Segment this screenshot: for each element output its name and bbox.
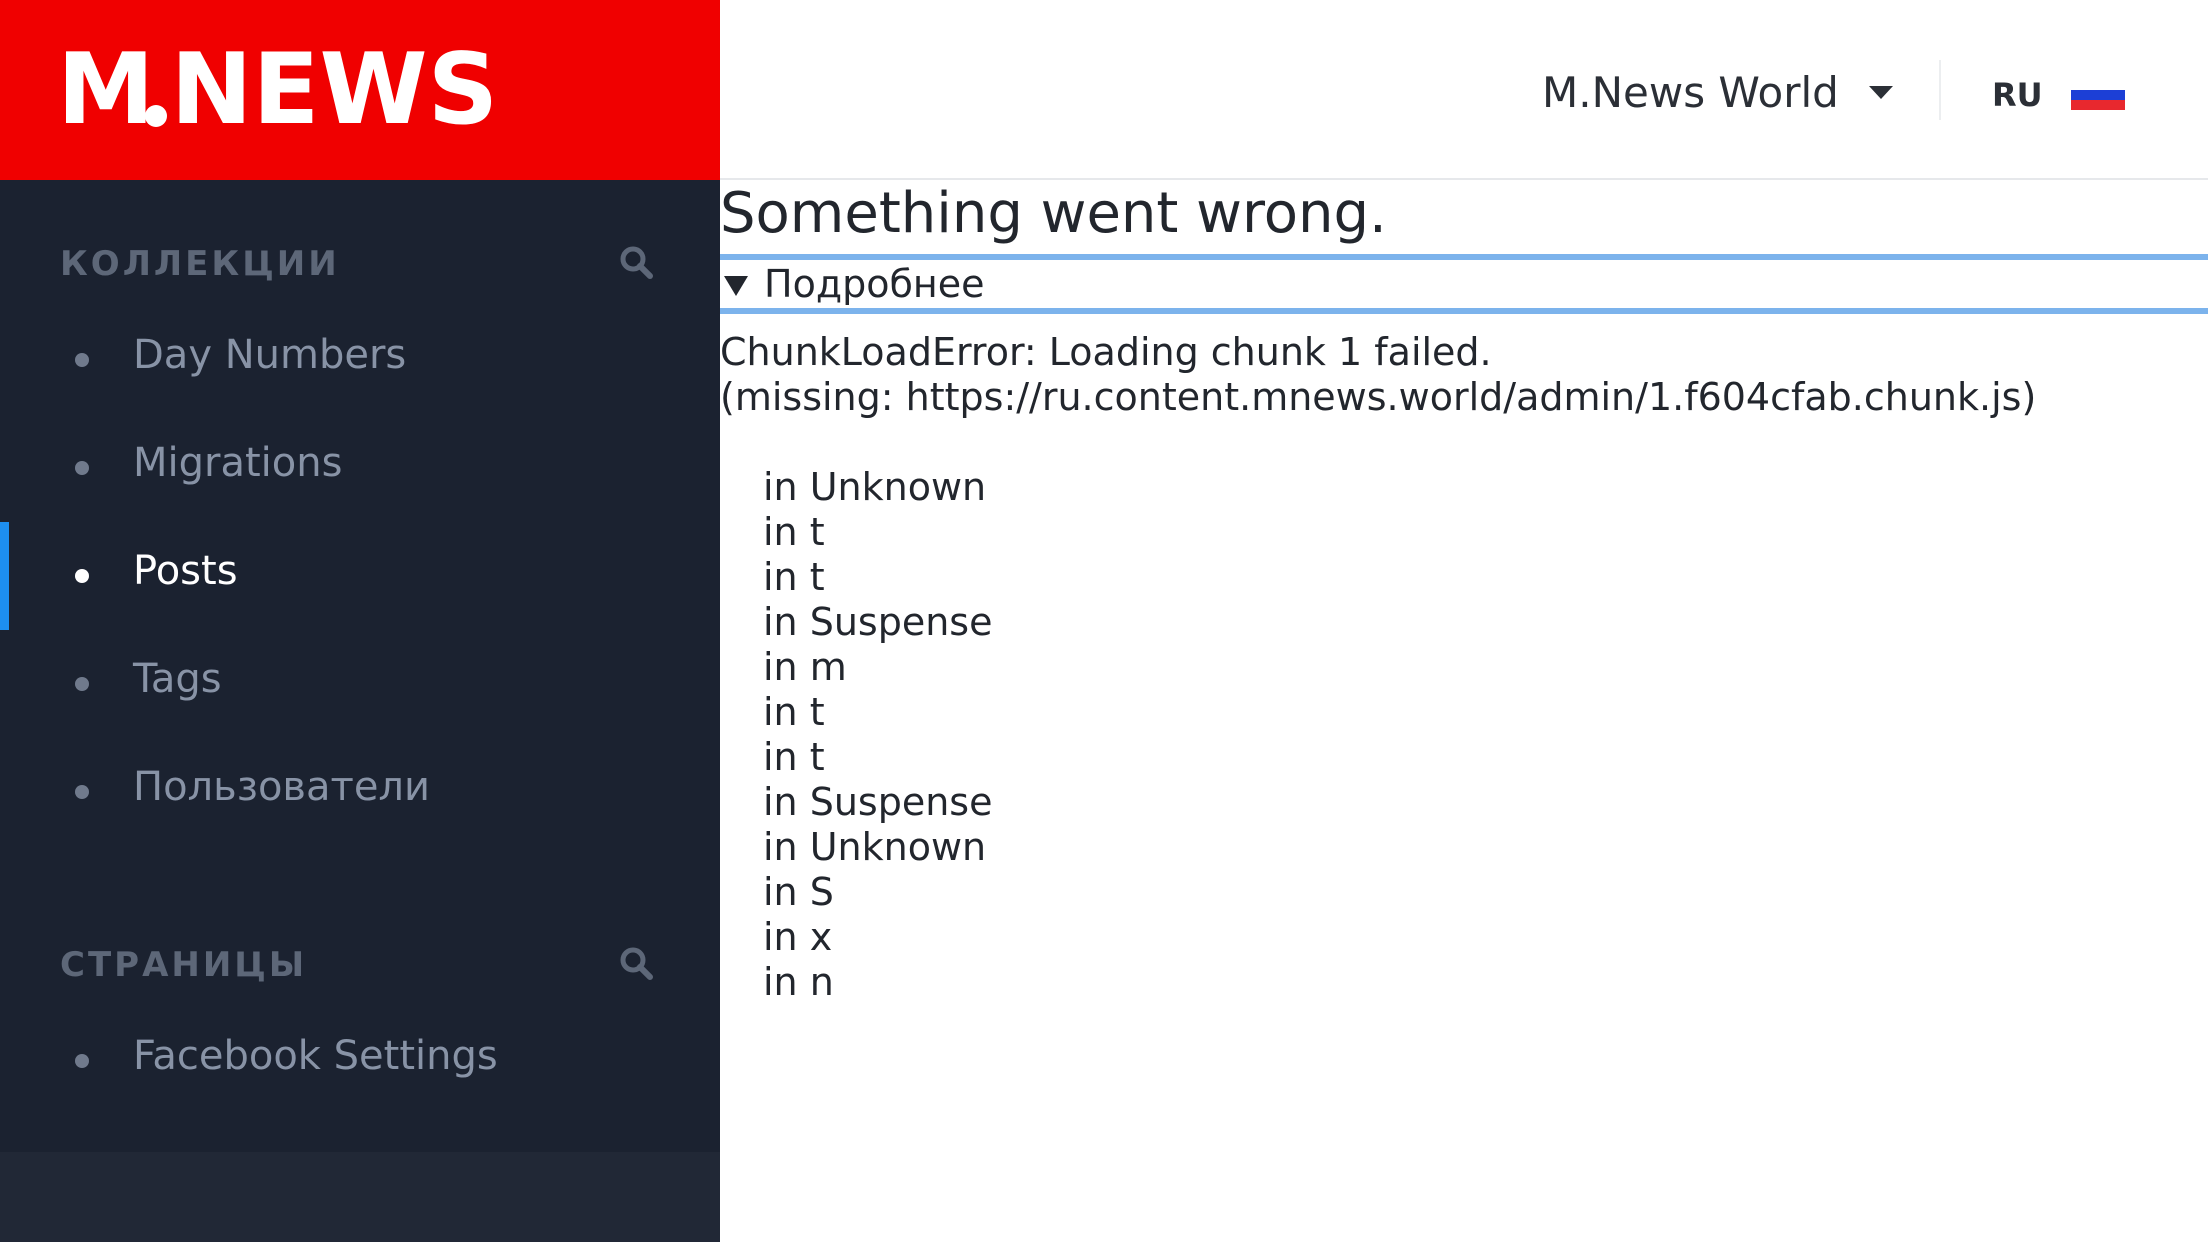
logo-text-m: M (57, 33, 155, 147)
flag-stripe-red (2070, 100, 2125, 110)
triangle-down-icon (724, 276, 748, 296)
pages-header: СТРАНИЦЫ (60, 937, 660, 997)
error-boundary: Something went wrong. Подробнее ChunkLoa… (720, 182, 2208, 1242)
sidebar-item-users[interactable]: Пользователи (0, 738, 720, 846)
site-name: M.News World (1542, 67, 1839, 117)
stack-trace-line: in Unknown (763, 465, 987, 509)
sidebar-item-migrations[interactable]: Migrations (0, 414, 720, 522)
stack-trace-line: in t (763, 735, 825, 779)
stack-trace-line: in m (763, 645, 847, 689)
logo-text-news: NEWS (170, 33, 499, 147)
sidebar-item-posts[interactable]: Posts (0, 522, 720, 630)
sidebar-item-label: Migrations (133, 440, 343, 486)
details-toggle[interactable]: Подробнее (720, 254, 2208, 314)
sidebar-footer (0, 1152, 720, 1242)
bullet-icon (75, 353, 89, 367)
details-summary: Подробнее (764, 262, 985, 306)
topbar: M.News World RU (720, 0, 2208, 180)
stack-trace-line: in Suspense (763, 600, 993, 644)
stack-trace-line: in S (763, 870, 834, 914)
pages-title: СТРАНИЦЫ (60, 945, 308, 985)
sidebar-item-label: Facebook Settings (133, 1033, 498, 1079)
russia-flag-icon (2070, 80, 2125, 110)
sidebar-item-label: Tags (133, 656, 222, 702)
error-message-line: (missing: https://ru.content.mnews.world… (720, 375, 2037, 419)
collections-search-icon[interactable] (616, 242, 660, 286)
site-selector-dropdown[interactable]: M.News World (1542, 62, 1893, 122)
stack-trace-line: in t (763, 690, 825, 734)
sidebar-item-label: Day Numbers (133, 332, 407, 378)
active-indicator (0, 522, 9, 630)
brand-header: M NEWS (0, 0, 720, 180)
stack-trace-line: in n (763, 960, 834, 1004)
bullet-icon (75, 569, 89, 583)
stack-trace-line: in t (763, 510, 825, 554)
chevron-down-icon (1868, 85, 1893, 99)
stack-trace-line: in t (763, 555, 825, 599)
sidebar-item-day-numbers[interactable]: Day Numbers (0, 306, 720, 414)
language-code: RU (1992, 76, 2043, 114)
divider (1939, 60, 1941, 120)
pages-search-icon[interactable] (616, 943, 660, 987)
bullet-icon (75, 1054, 89, 1068)
sidebar-item-label: Posts (133, 548, 238, 594)
bullet-icon (75, 677, 89, 691)
sidebar-item-tags[interactable]: Tags (0, 630, 720, 738)
sidebar-item-label: Пользователи (133, 764, 430, 810)
sidebar-item-facebook-settings[interactable]: Facebook Settings (0, 1007, 720, 1115)
collections-title: КОЛЛЕКЦИИ (60, 244, 340, 284)
flag-stripe-blue (2070, 90, 2125, 100)
stack-trace-line: in Unknown (763, 825, 987, 869)
error-message-line: ChunkLoadError: Loading chunk 1 failed. (720, 330, 1492, 374)
logo[interactable]: M NEWS (57, 40, 498, 140)
language-switcher[interactable]: RU (1992, 70, 2125, 120)
stack-trace-line: in Suspense (763, 780, 993, 824)
error-title: Something went wrong. (720, 182, 1387, 246)
collections-header: КОЛЛЕКЦИИ (60, 236, 660, 296)
logo-dot (144, 105, 167, 127)
stack-trace-line: in x (763, 915, 833, 959)
flag-stripe-white (2070, 80, 2125, 90)
bullet-icon (75, 461, 89, 475)
bullet-icon (75, 785, 89, 799)
sidebar: M NEWS КОЛЛЕКЦИИ Day Numbers Migrations P… (0, 0, 720, 1242)
